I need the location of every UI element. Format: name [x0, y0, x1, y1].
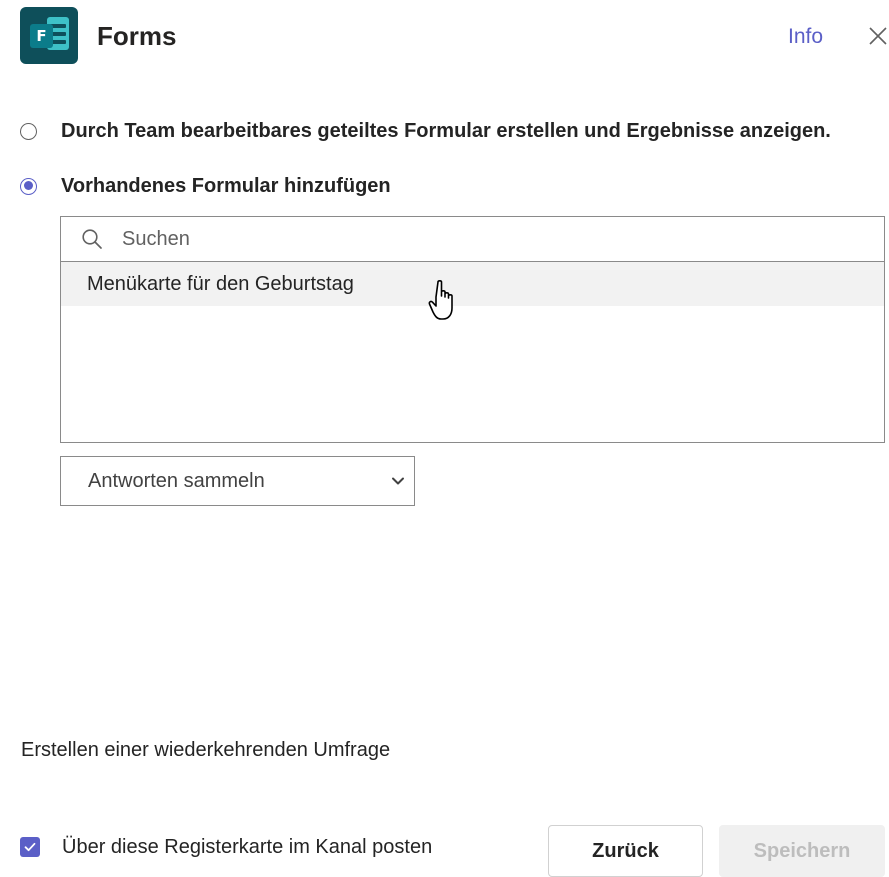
save-button[interactable]: Speichern: [719, 825, 885, 877]
radio-option-create-shared[interactable]: Durch Team bearbeitbares geteiltes Formu…: [20, 118, 831, 144]
post-to-channel-label: Über diese Registerkarte im Kanal posten: [62, 836, 433, 858]
post-to-channel-checkbox[interactable]: [20, 837, 40, 857]
close-icon[interactable]: [866, 24, 889, 48]
radio-button[interactable]: [20, 122, 37, 140]
chevron-down-icon: [392, 477, 404, 485]
radio-option-add-existing[interactable]: Vorhandenes Formular hinzufügen: [20, 173, 391, 199]
forms-icon-letter: F: [30, 24, 53, 48]
back-button[interactable]: Zurück: [548, 825, 703, 877]
search-icon: [82, 229, 102, 249]
radio-label: Durch Team bearbeitbares geteiltes Formu…: [61, 120, 831, 142]
response-mode-select[interactable]: Antworten sammeln: [60, 456, 415, 506]
radio-button-selected[interactable]: [20, 177, 37, 195]
search-input[interactable]: [120, 226, 824, 252]
search-bar: [61, 217, 884, 262]
form-search-panel: Menükarte für den Geburtstag: [60, 216, 885, 443]
info-link[interactable]: Info: [788, 24, 823, 50]
search-result-item[interactable]: Menükarte für den Geburtstag: [61, 262, 884, 306]
recurring-survey-label: Erstellen einer wiederkehrenden Umfrage: [21, 739, 391, 761]
app-title: Forms: [97, 21, 177, 51]
radio-label: Vorhandenes Formular hinzufügen: [61, 175, 391, 197]
post-to-channel-option[interactable]: Über diese Registerkarte im Kanal posten: [20, 834, 432, 860]
forms-app-icon: F: [20, 7, 78, 64]
response-mode-value: Antworten sammeln: [88, 469, 265, 492]
checkmark-icon: [24, 842, 36, 852]
